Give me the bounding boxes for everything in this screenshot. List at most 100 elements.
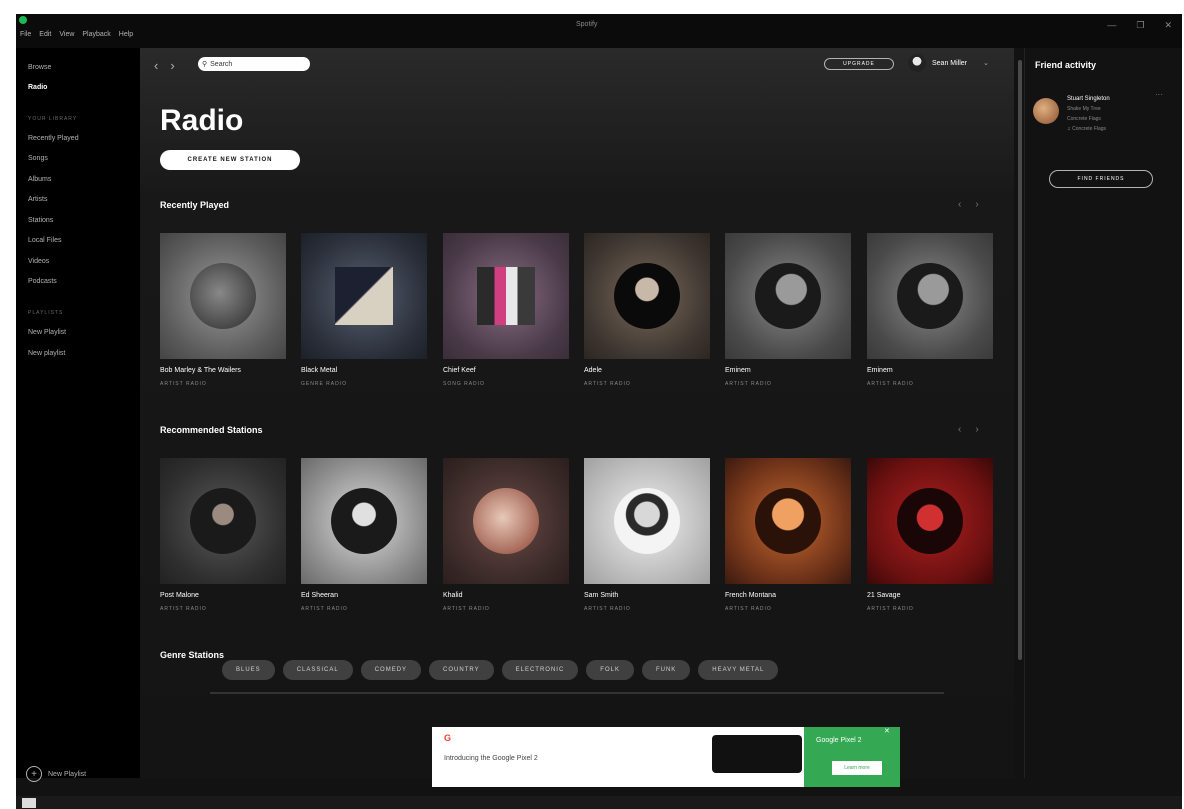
close-icon[interactable]: ✕ (1164, 20, 1172, 31)
menu-file[interactable]: File (20, 31, 31, 38)
search-input[interactable]: ⚲ Search (198, 57, 310, 71)
minimize-icon[interactable]: — (1107, 20, 1116, 31)
genre-chip-comedy[interactable]: COMEDY (360, 660, 422, 680)
now-playing-thumbnail[interactable] (22, 798, 36, 808)
station-title: Eminem (867, 367, 893, 374)
ad-close-icon[interactable]: ✕ (884, 727, 890, 735)
genre-chip-heavy-metal[interactable]: HEAVY METAL (698, 660, 779, 680)
maximize-icon[interactable]: ❐ (1136, 20, 1144, 31)
spotify-logo-icon (19, 16, 27, 24)
now-playing-bar (16, 796, 1182, 809)
friend-artist: Concrete Flags (1067, 116, 1101, 122)
genre-chip-electronic[interactable]: ELECTRONIC (501, 660, 579, 680)
menu-edit[interactable]: Edit (39, 31, 51, 38)
station-type: ARTIST RADIO (725, 381, 772, 387)
station-type: ARTIST RADIO (867, 381, 914, 387)
friend-name: Stuart Singleton (1067, 96, 1110, 102)
station-card[interactable]: Post Malone ARTIST RADIO (160, 458, 286, 612)
sidebar-item-albums[interactable]: Albums (28, 176, 51, 183)
sidebar-playlist-item[interactable]: New playlist (28, 350, 65, 357)
station-type: ARTIST RADIO (160, 606, 207, 612)
station-type: ARTIST RADIO (160, 381, 207, 387)
back-arrow-icon[interactable]: ‹ (154, 58, 158, 73)
google-logo-icon: G (444, 733, 452, 743)
station-card[interactable]: French Montana ARTIST RADIO (725, 458, 851, 612)
station-title: Ed Sheeran (301, 592, 338, 599)
genre-chip-classical[interactable]: CLASSICAL (282, 660, 353, 680)
new-playlist-button[interactable]: + New Playlist (26, 766, 86, 782)
station-card[interactable]: Adele ARTIST RADIO (584, 233, 710, 387)
recommended-heading: Recommended Stations (160, 425, 263, 435)
station-artwork (443, 458, 569, 584)
ad-learn-more-button[interactable]: Learn more (832, 761, 882, 775)
genre-row-divider (210, 692, 944, 694)
search-placeholder: Search (210, 60, 233, 68)
station-artwork (160, 233, 286, 359)
carousel-arrows: ‹ › (958, 424, 979, 435)
sidebar: Browse Radio YOUR LIBRARY Recently Playe… (16, 48, 140, 782)
genre-chips: BLUES CLASSICAL COMEDY COUNTRY ELECTRONI… (222, 660, 779, 680)
plus-icon: + (26, 766, 42, 782)
carousel-next-icon[interactable]: › (975, 199, 978, 210)
station-title: Chief Keef (443, 367, 476, 374)
create-station-button[interactable]: CREATE NEW STATION (160, 150, 300, 170)
station-card[interactable]: Eminem ARTIST RADIO (725, 233, 851, 387)
carousel-prev-icon[interactable]: ‹ (958, 424, 961, 435)
new-playlist-label: New Playlist (48, 770, 87, 778)
sidebar-item-podcasts[interactable]: Podcasts (28, 278, 57, 285)
station-title: French Montana (725, 592, 776, 599)
sidebar-item-local-files[interactable]: Local Files (28, 237, 61, 244)
advertisement-banner[interactable]: G Introducing the Google Pixel 2 Google … (432, 727, 900, 787)
sidebar-item-radio[interactable]: Radio (28, 84, 47, 91)
station-card[interactable]: Chief Keef SONG RADIO (443, 233, 569, 387)
carousel-prev-icon[interactable]: ‹ (958, 199, 961, 210)
friend-activity-item[interactable]: Stuart Singleton Shake My Tree Concrete … (1033, 94, 1110, 134)
user-name: Sean Miller (932, 59, 968, 67)
menu-playback[interactable]: Playback (82, 31, 110, 38)
main-scrollbar[interactable] (1018, 60, 1022, 660)
station-card[interactable]: Ed Sheeran ARTIST RADIO (301, 458, 427, 612)
station-artwork (867, 233, 993, 359)
station-card[interactable]: Eminem ARTIST RADIO (867, 233, 993, 387)
sidebar-playlist-item[interactable]: New Playlist (28, 329, 66, 336)
station-artwork (160, 458, 286, 584)
more-options-icon[interactable]: ··· (1155, 90, 1163, 99)
forward-arrow-icon[interactable]: › (170, 58, 174, 73)
station-title: Bob Marley & The Wailers (160, 367, 241, 374)
friend-activity-panel: Friend activity Stuart Singleton Shake M… (1024, 48, 1182, 778)
menu-view[interactable]: View (59, 31, 74, 38)
sidebar-item-songs[interactable]: Songs (28, 155, 48, 162)
search-icon: ⚲ (202, 61, 208, 68)
genre-chip-blues[interactable]: BLUES (222, 660, 275, 680)
menu-bar: File Edit View Playback Help (20, 31, 133, 38)
genre-chip-folk[interactable]: FOLK (586, 660, 634, 680)
station-artwork (867, 458, 993, 584)
carousel-next-icon[interactable]: › (975, 424, 978, 435)
station-card[interactable]: Black Metal GENRE RADIO (301, 233, 427, 387)
station-card[interactable]: Sam Smith ARTIST RADIO (584, 458, 710, 612)
station-title: Black Metal (301, 367, 338, 374)
user-menu[interactable]: Sean Miller ⌄ (908, 54, 989, 72)
station-type: ARTIST RADIO (443, 606, 490, 612)
station-card[interactable]: Khalid ARTIST RADIO (443, 458, 569, 612)
history-nav: ‹ › (154, 58, 175, 73)
upgrade-button[interactable]: UPGRADE (824, 58, 894, 70)
find-friends-button[interactable]: FIND FRIENDS (1049, 170, 1153, 188)
sidebar-item-artists[interactable]: Artists (28, 196, 47, 203)
sidebar-item-browse[interactable]: Browse (28, 64, 51, 71)
sidebar-item-stations[interactable]: Stations (28, 217, 53, 224)
title-bar: File Edit View Playback Help Spotify — ❐… (16, 14, 1182, 48)
station-artwork (584, 458, 710, 584)
friend-avatar (1033, 98, 1059, 124)
station-card[interactable]: 21 Savage ARTIST RADIO (867, 458, 993, 612)
genre-chip-funk[interactable]: FUNK (641, 660, 691, 680)
station-artwork (725, 233, 851, 359)
menu-help[interactable]: Help (119, 31, 133, 38)
main-content: ‹ › ⚲ Search UPGRADE Sean Miller ⌄ Radio… (140, 48, 1014, 778)
station-artwork (584, 233, 710, 359)
genre-chip-country[interactable]: COUNTRY (429, 660, 494, 680)
sidebar-item-recently-played[interactable]: Recently Played (28, 135, 79, 142)
station-card[interactable]: Bob Marley & The Wailers ARTIST RADIO (160, 233, 286, 387)
friend-context: ♫ Concrete Flags (1067, 126, 1107, 132)
sidebar-item-videos[interactable]: Videos (28, 258, 49, 265)
